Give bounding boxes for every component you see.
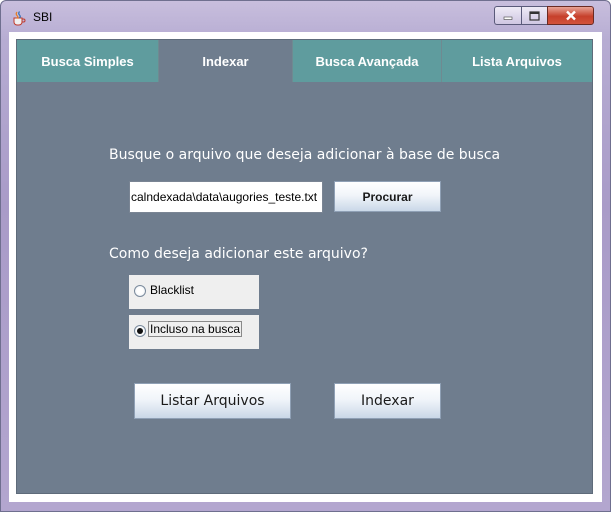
close-button[interactable] bbox=[547, 6, 594, 25]
file-path-field[interactable]: calndexada\data\augories_teste.txt bbox=[129, 181, 323, 213]
maximize-icon bbox=[529, 10, 540, 21]
main-panel: Busca Simples Indexar Busca Avançada Lis… bbox=[16, 39, 593, 494]
tab-bar: Busca Simples Indexar Busca Avançada Lis… bbox=[17, 40, 592, 82]
tab-busca-simples[interactable]: Busca Simples bbox=[17, 40, 159, 82]
maximize-button[interactable] bbox=[521, 6, 547, 25]
tab-indexar[interactable]: Indexar bbox=[159, 40, 293, 82]
blacklist-radio-label: Blacklist bbox=[150, 283, 195, 297]
blacklist-radio[interactable] bbox=[134, 285, 146, 297]
java-cup-icon bbox=[13, 11, 26, 26]
app-window: SBI Busca Simples Indexar Busca Avançada… bbox=[0, 0, 611, 512]
file-prompt-label: Busque o arquivo que deseja adicionar à … bbox=[109, 147, 501, 163]
window-client-area: Busca Simples Indexar Busca Avançada Lis… bbox=[9, 32, 602, 502]
window-title: SBI bbox=[33, 10, 53, 24]
title-bar[interactable]: SBI bbox=[1, 1, 610, 33]
tab-lista-arquivos[interactable]: Lista Arquivos bbox=[442, 40, 592, 82]
browse-button[interactable]: Procurar bbox=[334, 181, 441, 212]
index-button[interactable]: Indexar bbox=[334, 383, 441, 419]
minimize-button[interactable] bbox=[494, 6, 521, 25]
radio-option-incluso[interactable]: Incluso na busca bbox=[129, 315, 259, 349]
tab-busca-avancada[interactable]: Busca Avançada bbox=[293, 40, 442, 82]
close-icon bbox=[565, 10, 576, 21]
incluso-radio[interactable] bbox=[134, 325, 146, 337]
minimize-icon bbox=[503, 16, 513, 20]
mode-prompt-label: Como deseja adicionar este arquivo? bbox=[109, 246, 368, 262]
incluso-radio-label: Incluso na busca bbox=[147, 321, 243, 337]
list-files-button[interactable]: Listar Arquivos bbox=[134, 383, 291, 419]
radio-option-blacklist[interactable]: Blacklist bbox=[129, 275, 259, 309]
